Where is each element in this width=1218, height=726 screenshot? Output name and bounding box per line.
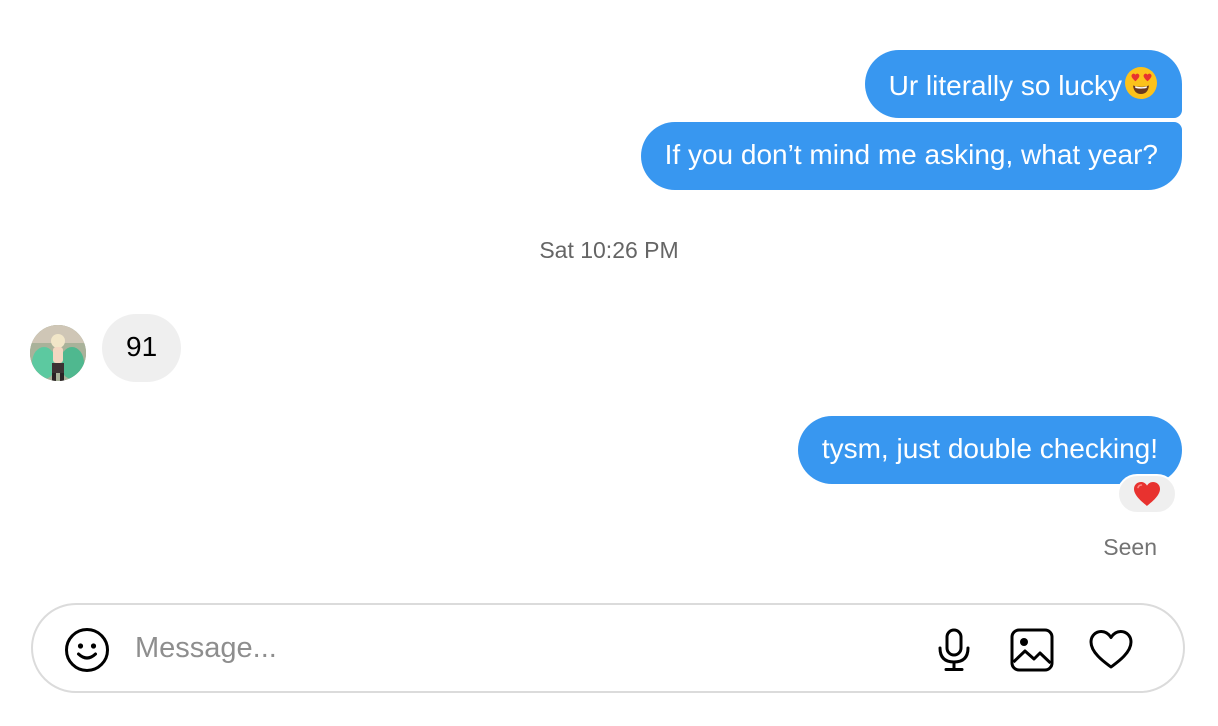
message-timestamp: Sat 10:26 PM xyxy=(539,237,679,263)
heart-eyes-emoji-icon xyxy=(1124,66,1158,100)
incoming-message-bubble[interactable]: 91 xyxy=(102,314,182,382)
avatar[interactable] xyxy=(30,325,86,381)
chat-thread: Ur literally so lucky If you don’t mind … xyxy=(0,0,1218,726)
message-text: If you don’t mind me asking, what year? xyxy=(664,139,1158,170)
message-input[interactable] xyxy=(135,625,895,671)
message-reaction[interactable] xyxy=(1117,474,1177,514)
outgoing-message-bubble[interactable]: Ur literally so lucky xyxy=(864,50,1182,118)
red-heart-icon xyxy=(1132,480,1162,508)
message-composer xyxy=(31,603,1185,693)
message-text: 91 xyxy=(126,331,158,362)
smiley-icon[interactable] xyxy=(64,627,110,673)
message-text: tysm, just double checking! xyxy=(821,433,1158,464)
outgoing-message-bubble[interactable]: If you don’t mind me asking, what year? xyxy=(640,122,1182,190)
message-text: Ur literally so lucky xyxy=(888,70,1122,101)
outgoing-message-bubble[interactable]: tysm, just double checking! xyxy=(797,416,1182,484)
seen-status: Seen xyxy=(1103,534,1157,560)
photo-icon[interactable] xyxy=(1009,627,1055,673)
heart-outline-icon[interactable] xyxy=(1088,627,1134,673)
microphone-icon[interactable] xyxy=(931,627,977,673)
